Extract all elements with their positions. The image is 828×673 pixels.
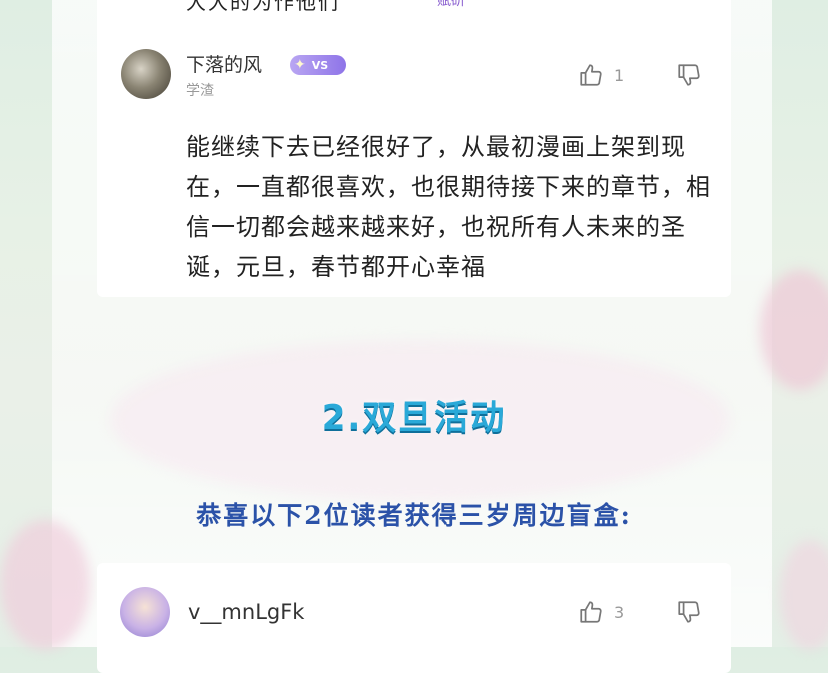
avatar[interactable] (121, 49, 171, 99)
comment-username[interactable]: v__mnLgFk (188, 600, 304, 624)
vip-badge: ✦ VS (290, 55, 346, 75)
like-count: 1 (614, 65, 625, 85)
like-button[interactable]: 3 (578, 599, 624, 625)
avatar[interactable] (120, 587, 170, 637)
cherry-blossom-decoration (0, 520, 90, 650)
thumbs-up-icon (578, 62, 604, 88)
winner-announcement: 恭喜以下2位读者获得三岁周边盲盒: (196, 501, 632, 530)
section-title: 2.双旦活动 (321, 398, 507, 438)
thumbs-down-icon (676, 599, 702, 625)
cut-off-tag: 赋研 (437, 0, 465, 9)
comment-username[interactable]: 下落的风 (186, 50, 262, 77)
sparkle-icon: ✦ (294, 57, 306, 73)
thumbs-up-icon (578, 599, 604, 625)
comment-text: 能继续下去已经很好了，从最初漫画上架到现在，一直都很喜欢，也很期待接下来的章节，… (186, 133, 711, 281)
like-button[interactable]: 1 (578, 62, 624, 88)
cut-off-comment-text: 大大的为作他们 (186, 0, 340, 14)
dislike-button[interactable] (676, 62, 702, 88)
thumbs-down-icon (676, 62, 702, 88)
user-level: 学渣 (186, 83, 214, 99)
like-count: 3 (614, 602, 625, 622)
dislike-button[interactable] (676, 599, 702, 625)
vip-badge-label: VS (311, 58, 329, 72)
cherry-blossom-decoration (780, 540, 828, 650)
